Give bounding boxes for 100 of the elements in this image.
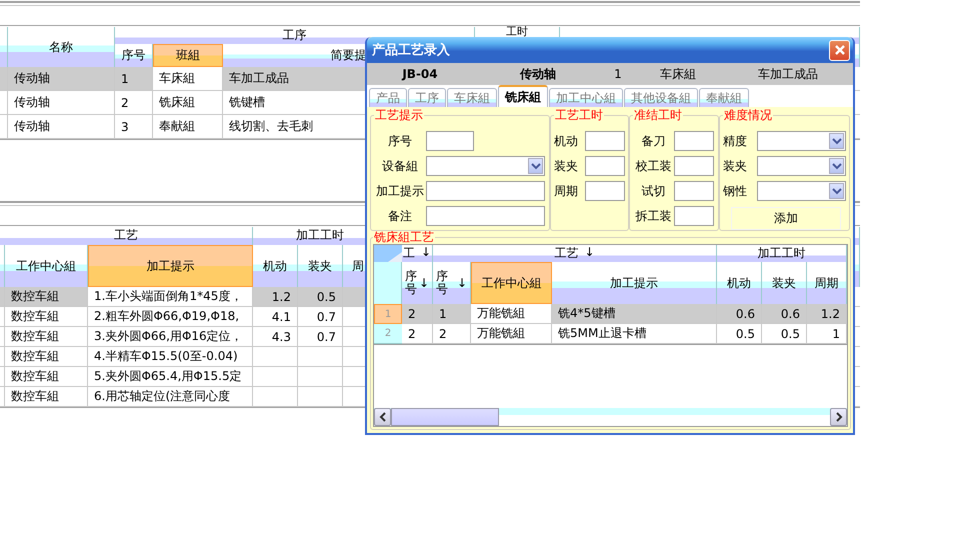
table-cell: 2.粗车外圆Φ66,Φ19,Φ18, bbox=[88, 307, 253, 327]
sort-arrow-icon: ↓ bbox=[456, 276, 467, 290]
table-cell: 0.5 bbox=[717, 324, 762, 344]
add-button[interactable]: 添加 bbox=[731, 207, 841, 230]
input-field[interactable] bbox=[674, 156, 714, 176]
tab[interactable]: 其他设备組 bbox=[624, 88, 698, 107]
table-cell: 1 bbox=[433, 304, 471, 324]
table-cell: 铣床組 bbox=[153, 91, 223, 115]
table-cell: 数控车組 bbox=[5, 387, 88, 407]
field-label: 周期 bbox=[554, 182, 579, 200]
table-cell: 6.用芯轴定位(注意同心度 bbox=[88, 387, 253, 407]
dropdown-field[interactable] bbox=[757, 181, 846, 201]
tab[interactable]: 铣床組 bbox=[498, 85, 548, 107]
input-field[interactable] bbox=[426, 206, 545, 226]
table-cell: 数控车組 bbox=[5, 347, 88, 367]
close-icon bbox=[834, 44, 846, 56]
sort-arrow-icon: ↓ bbox=[418, 276, 429, 290]
field-label: 装夹 bbox=[723, 158, 748, 174]
column-header: 名称 bbox=[8, 27, 115, 67]
dropdown-field[interactable] bbox=[757, 156, 846, 176]
table-cell: 3 bbox=[115, 115, 153, 139]
table-cell: 数控车組 bbox=[5, 367, 88, 387]
scroll-right-icon[interactable] bbox=[830, 408, 847, 426]
header-cell bbox=[0, 245, 5, 287]
column-header: 机动 bbox=[253, 245, 298, 287]
info-text: JB-04 bbox=[400, 67, 439, 81]
field-label: 加工提示 bbox=[375, 182, 425, 200]
table-cell: 数控车組 bbox=[5, 327, 88, 347]
field-label: 拆工装 bbox=[634, 208, 672, 224]
table-cell: 3.夹外圆Φ66,用Φ16定位， bbox=[88, 327, 253, 347]
input-field[interactable] bbox=[674, 131, 714, 151]
dropdown-field[interactable] bbox=[757, 131, 846, 151]
header-label: 工作中心組 bbox=[482, 274, 542, 292]
table-cell: 0.5 bbox=[298, 287, 343, 307]
input-field[interactable] bbox=[674, 181, 714, 201]
table-cell: 万能铣組 bbox=[471, 304, 552, 324]
group-header: 工艺 bbox=[0, 227, 253, 245]
field-label: 钢性 bbox=[723, 182, 748, 200]
table-cell: 4.半精车Φ15.5(0至-0.04) bbox=[88, 347, 253, 367]
table-cell: 0.7 bbox=[298, 307, 343, 327]
table-cell: 0.5 bbox=[762, 324, 807, 344]
table-cell: 0.6 bbox=[762, 304, 807, 324]
table-cell: 1 bbox=[115, 67, 153, 91]
table-cell: 车床組 bbox=[153, 67, 223, 91]
table-cell: 2 bbox=[433, 324, 471, 344]
input-field[interactable] bbox=[426, 181, 545, 201]
tab[interactable]: 车床組 bbox=[447, 88, 497, 107]
table-cell: 1.2 bbox=[807, 304, 847, 324]
scroll-thumb[interactable] bbox=[391, 408, 499, 426]
table-cell: 2 bbox=[402, 304, 433, 324]
column-header: 工作中心組 bbox=[5, 245, 88, 287]
table-cell: 奉献組 bbox=[153, 115, 223, 139]
table-cell: 4.3 bbox=[253, 327, 298, 347]
tab[interactable]: 产品 bbox=[369, 88, 407, 107]
input-field[interactable] bbox=[426, 131, 474, 151]
table-cell: 铣4*5键槽 bbox=[552, 304, 717, 324]
header-label: 加工提示 bbox=[610, 274, 658, 292]
info-text: 车加工成品 bbox=[757, 66, 819, 82]
info-text: 传动轴 bbox=[518, 66, 557, 82]
sort-arrow-icon: ↓ bbox=[584, 245, 595, 259]
column-header: 序号 bbox=[115, 44, 153, 67]
tab[interactable]: 工序 bbox=[408, 88, 446, 107]
header-label: 装夹 bbox=[772, 274, 796, 292]
header-cell bbox=[0, 27, 8, 67]
table-cell: 传动轴 bbox=[8, 67, 115, 91]
table-cell: 2 bbox=[402, 324, 433, 344]
group-title: 准结工时 bbox=[633, 109, 683, 122]
table-cell: 1 bbox=[807, 324, 847, 344]
header-label: 机动 bbox=[727, 274, 751, 292]
table-cell: 1.2 bbox=[253, 287, 298, 307]
header-label: 序号 bbox=[436, 270, 448, 296]
header-label: 工 bbox=[402, 245, 415, 262]
table-cell: 数控车組 bbox=[5, 307, 88, 327]
table-cell: 传动轴 bbox=[8, 115, 115, 139]
header-label: 周期 bbox=[814, 274, 838, 292]
field-label: 设备組 bbox=[381, 158, 419, 174]
table-cell: 传动轴 bbox=[8, 91, 115, 115]
input-field[interactable] bbox=[585, 131, 625, 151]
select-all-corner[interactable] bbox=[374, 245, 402, 262]
input-field[interactable] bbox=[585, 156, 625, 176]
table-cell: 5.夹外圆Φ65.4,用Φ15.5定 bbox=[88, 367, 253, 387]
tab[interactable]: 加工中心組 bbox=[549, 88, 623, 107]
field-label: 精度 bbox=[723, 132, 748, 150]
field-label: 装夹 bbox=[554, 158, 579, 174]
table-cell: 2 bbox=[115, 91, 153, 115]
tab[interactable]: 奉献組 bbox=[699, 88, 749, 107]
dropdown-field[interactable] bbox=[426, 156, 545, 176]
row-number: 1 bbox=[374, 304, 402, 324]
table-cell: 万能铣組 bbox=[471, 324, 552, 344]
sort-arrow-icon: ↓ bbox=[420, 245, 432, 259]
group-title: 工艺工时 bbox=[554, 109, 604, 122]
field-label: 备注 bbox=[387, 208, 413, 224]
header-label: 序号 bbox=[405, 270, 417, 296]
scroll-left-icon[interactable] bbox=[374, 408, 391, 426]
horizontal-scrollbar[interactable] bbox=[374, 408, 847, 426]
close-button[interactable] bbox=[829, 40, 850, 60]
input-field[interactable] bbox=[585, 181, 625, 201]
input-field[interactable] bbox=[674, 206, 714, 226]
table-cell: 0.7 bbox=[298, 327, 343, 347]
group-title: 难度情况 bbox=[723, 109, 773, 122]
